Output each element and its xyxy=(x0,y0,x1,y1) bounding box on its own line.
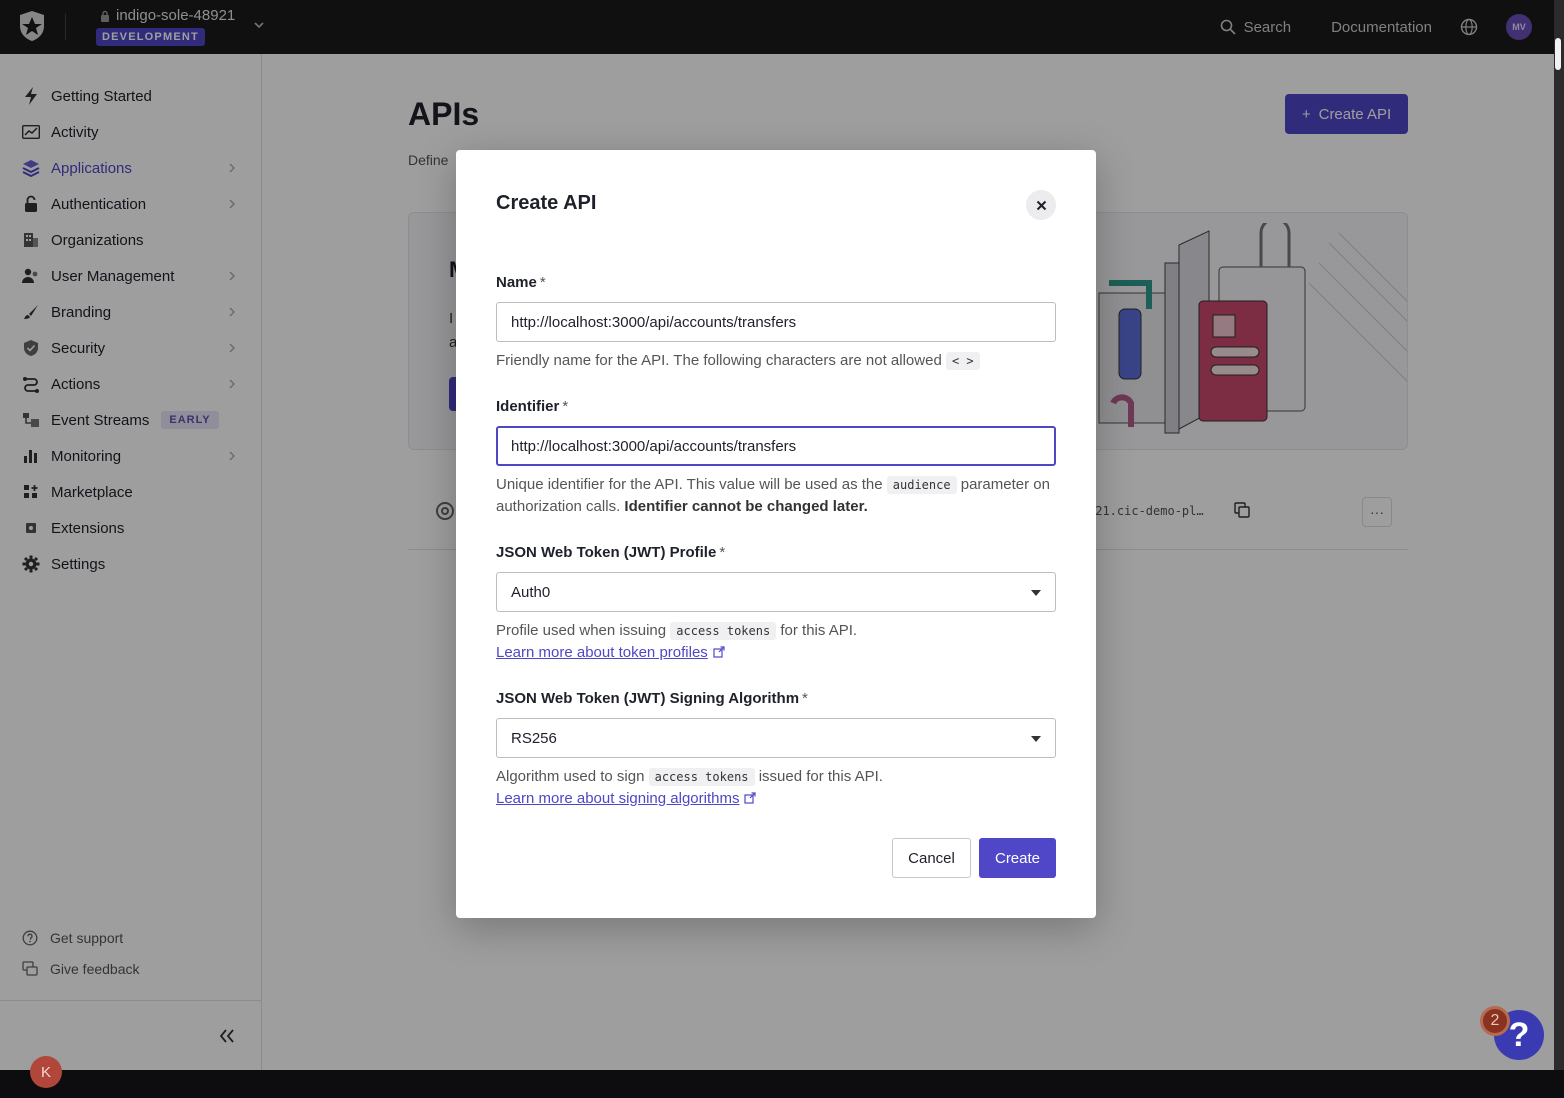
signing-algorithm-label-text: JSON Web Token (JWT) Signing Algorithm xyxy=(496,690,800,707)
help-widget-badge: 2 xyxy=(1480,1006,1510,1036)
jwt-profile-help-suffix: for this API. xyxy=(780,622,858,639)
jwt-profile-label: JSON Web Token (JWT) Profile * xyxy=(496,544,725,561)
scrollbar-thumb[interactable] xyxy=(1555,38,1561,70)
os-taskbar xyxy=(0,1070,1564,1098)
caret-down-icon xyxy=(1031,590,1041,596)
required-mark: * xyxy=(719,544,726,561)
signing-algorithms-link-text: Learn more about signing algorithms xyxy=(496,790,740,807)
signing-algorithm-value: RS256 xyxy=(511,729,557,747)
identifier-input[interactable] xyxy=(496,426,1056,466)
required-mark: * xyxy=(802,690,808,707)
required-mark: * xyxy=(562,398,569,415)
external-link-icon xyxy=(713,646,725,658)
identifier-label-text: Identifier xyxy=(496,398,560,415)
identifier-warning: Identifier cannot be changed later. xyxy=(624,498,868,515)
close-dialog-button[interactable] xyxy=(1026,190,1056,220)
name-help-text: Friendly name for the API. The following… xyxy=(496,350,1061,372)
jwt-profile-select[interactable]: Auth0 xyxy=(496,572,1056,612)
name-label: Name * xyxy=(496,274,546,291)
access-tokens-code: access tokens xyxy=(648,768,755,786)
disallowed-chars-code: < > xyxy=(945,352,980,370)
name-input[interactable] xyxy=(496,302,1056,342)
signing-algorithm-help-text: Algorithm used to sign access tokens iss… xyxy=(496,766,1061,810)
create-button[interactable]: Create xyxy=(979,838,1056,878)
jwt-profile-label-text: JSON Web Token (JWT) Profile xyxy=(496,544,717,561)
token-profiles-link-text: Learn more about token profiles xyxy=(496,644,708,661)
signing-algorithm-label: JSON Web Token (JWT) Signing Algorithm * xyxy=(496,690,808,707)
identifier-help-text: Unique identifier for the API. This valu… xyxy=(496,474,1061,518)
taskbar-avatar[interactable]: K xyxy=(30,1056,62,1088)
jwt-profile-value: Auth0 xyxy=(511,583,551,601)
signing-help-suffix: issued for this API. xyxy=(758,768,883,785)
create-api-dialog: Create API Name* Friendly name for the A… xyxy=(456,150,1096,918)
jwt-profile-help-text: Profile used when issuing access tokens … xyxy=(496,620,1061,664)
access-tokens-code: access tokens xyxy=(670,622,777,640)
required-mark: * xyxy=(539,274,546,291)
close-icon xyxy=(1036,200,1046,210)
identifier-help-prefix: Unique identifier for the API. This valu… xyxy=(496,476,883,493)
name-help: Friendly name for the API. The following… xyxy=(496,352,942,369)
jwt-profile-help-prefix: Profile used when issuing xyxy=(496,622,667,639)
signing-help-prefix: Algorithm used to sign xyxy=(496,768,645,785)
identifier-label: Identifier * xyxy=(496,398,568,415)
signing-algorithms-link[interactable]: Learn more about signing algorithms xyxy=(496,790,757,807)
dialog-title: Create API xyxy=(496,192,597,214)
cancel-button[interactable]: Cancel xyxy=(892,838,971,878)
external-link-icon xyxy=(744,792,757,804)
scrollbar[interactable] xyxy=(1554,0,1564,1070)
name-label-text: Name xyxy=(496,274,537,291)
signing-algorithm-select[interactable]: RS256 xyxy=(496,718,1056,758)
audience-code: audience xyxy=(886,476,957,494)
token-profiles-link[interactable]: Learn more about token profiles xyxy=(496,644,725,661)
caret-down-icon xyxy=(1031,736,1041,742)
